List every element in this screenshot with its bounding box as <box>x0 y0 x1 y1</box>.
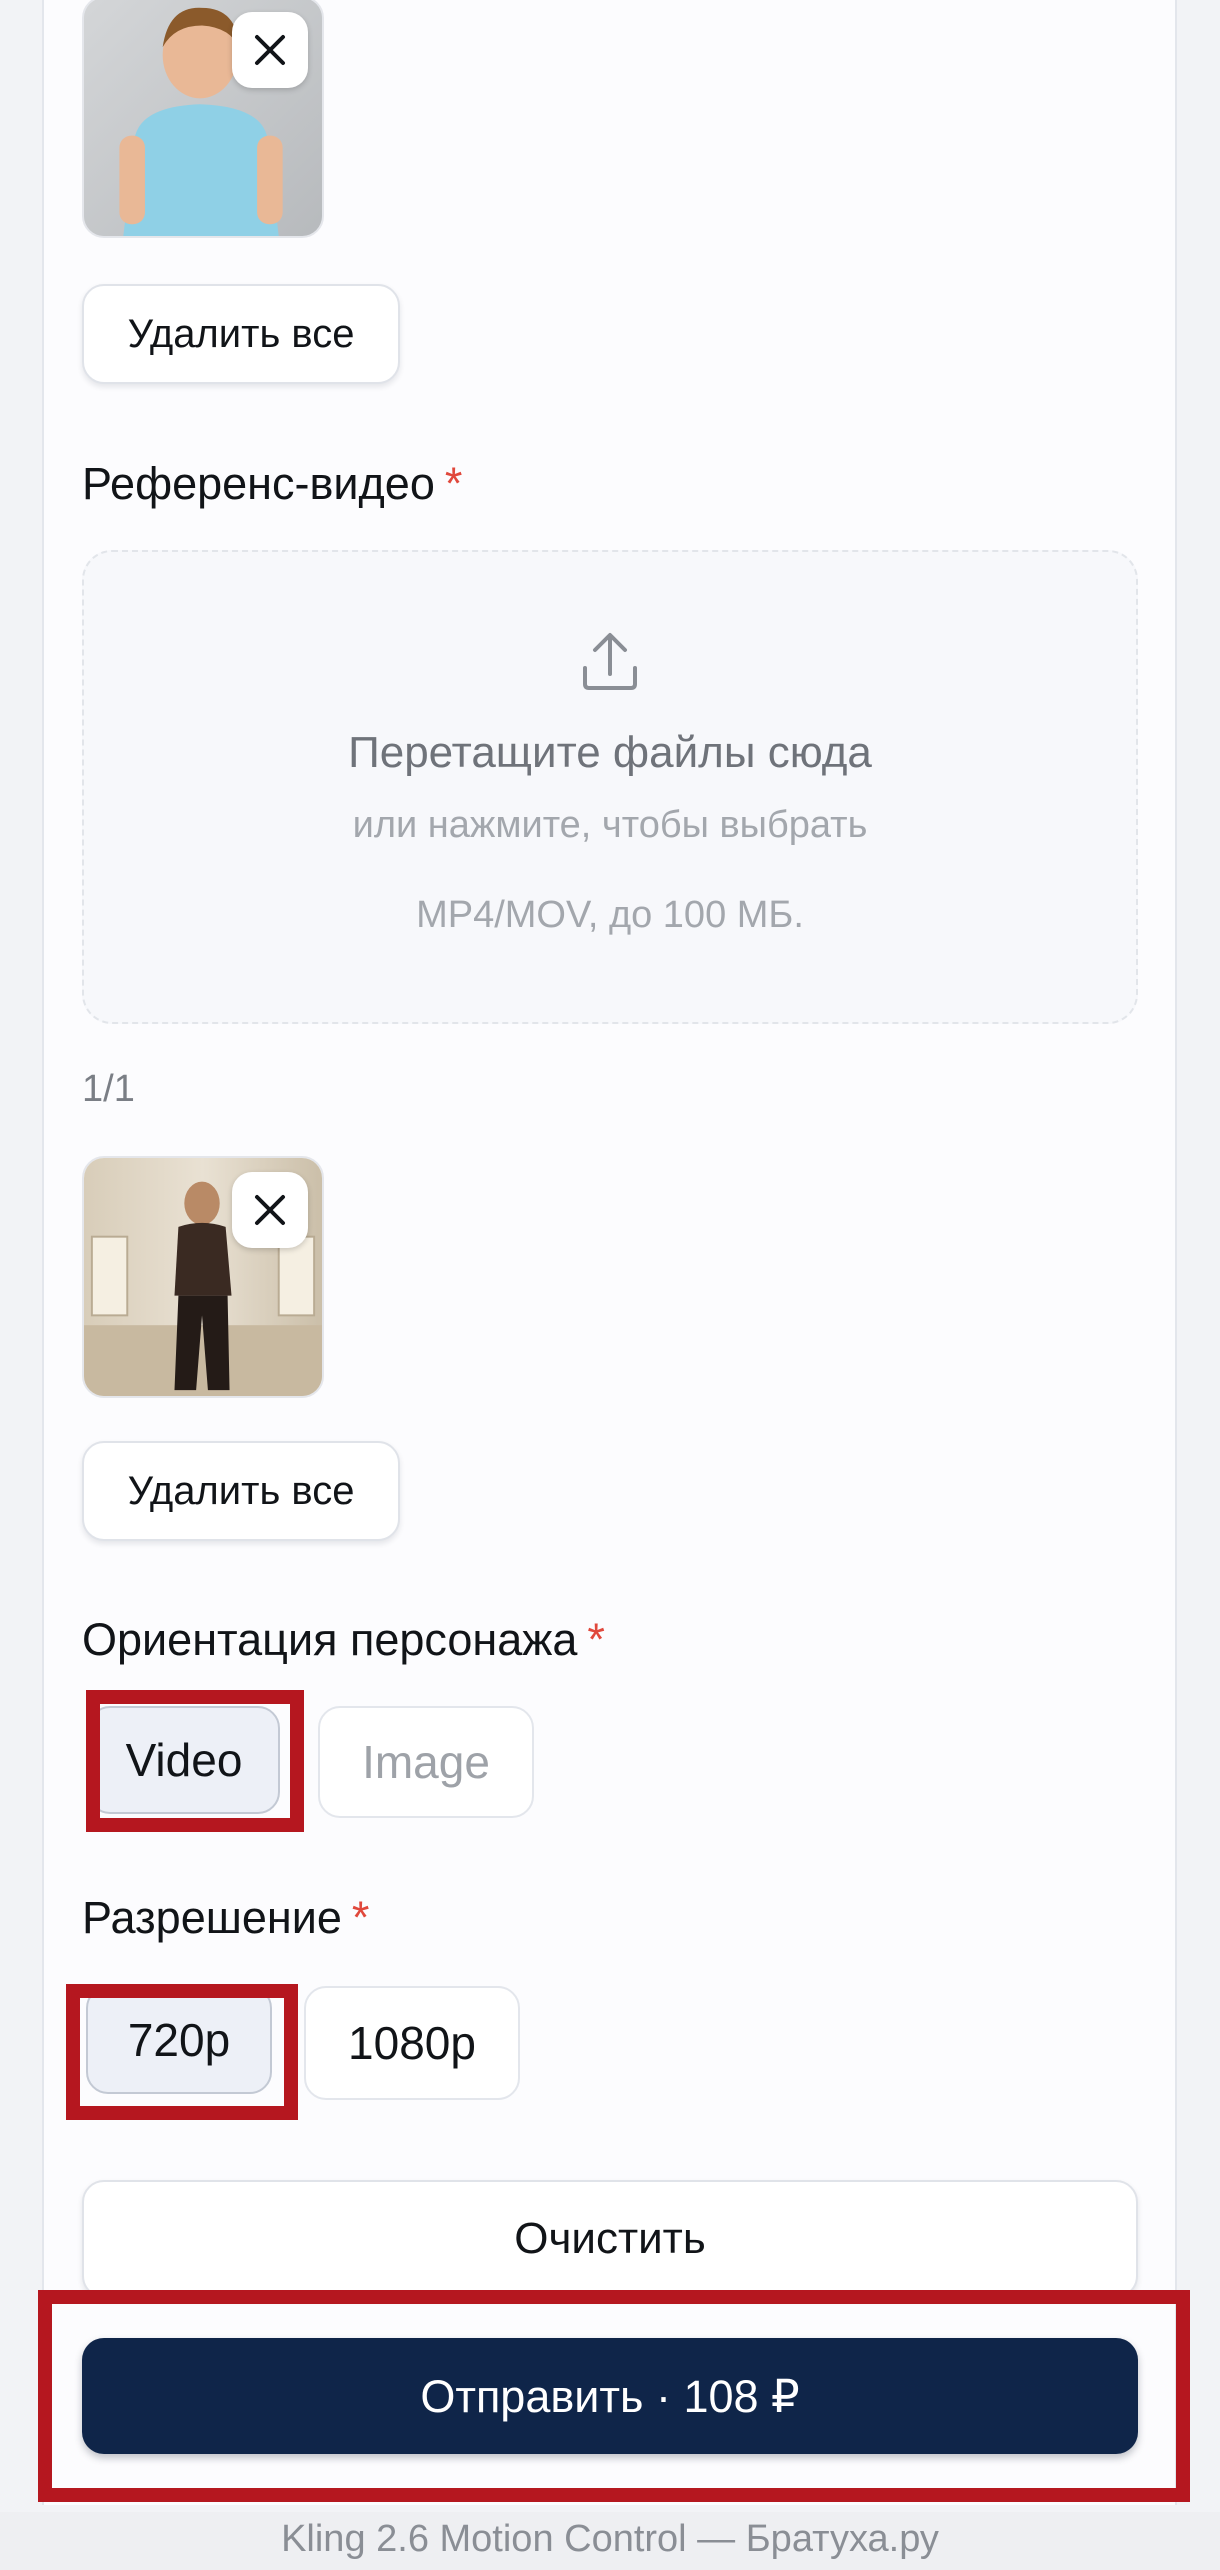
delete-all-images-button[interactable]: Удалить все <box>82 284 400 384</box>
dropzone-hint: MP4/MOV, до 100 МБ. <box>416 894 804 936</box>
close-icon <box>255 35 285 65</box>
reference-video-label-text: Референс-видео <box>82 458 435 509</box>
highlight-frame-orientation <box>86 1690 304 1832</box>
resolution-label: Разрешение * <box>82 1892 369 1944</box>
delete-all-label: Удалить все <box>127 311 355 356</box>
footer-caption: Kling 2.6 Motion Control — Братуха.ру <box>0 2512 1220 2570</box>
close-icon <box>255 1195 285 1225</box>
video-dropzone[interactable]: Перетащите файлы сюда или нажмите, чтобы… <box>82 550 1138 1024</box>
highlight-frame-submit <box>38 2290 1190 2502</box>
required-mark: * <box>444 458 463 509</box>
resolution-option-1080p[interactable]: 1080p <box>304 1986 520 2100</box>
dropzone-subtitle: или нажмите, чтобы выбрать <box>352 804 868 846</box>
option-label: 1080p <box>348 2017 476 2069</box>
reference-video-label: Референс-видео * <box>82 458 462 510</box>
uploaded-image-thumbnail[interactable] <box>82 0 324 238</box>
delete-all-videos-button[interactable]: Удалить все <box>82 1441 400 1541</box>
resolution-label-text: Разрешение <box>82 1892 342 1943</box>
dropzone-title: Перетащите файлы сюда <box>348 728 872 777</box>
clear-button[interactable]: Очистить <box>82 2180 1138 2298</box>
orientation-label: Ориентация персонажа * <box>82 1614 605 1666</box>
uploaded-video-thumbnail[interactable] <box>82 1156 324 1398</box>
delete-all-label: Удалить все <box>127 1468 355 1513</box>
orientation-option-image[interactable]: Image <box>318 1706 534 1818</box>
file-counter: 1/1 <box>82 1068 135 1110</box>
remove-video-button[interactable] <box>232 1172 308 1248</box>
required-mark: * <box>351 1892 370 1943</box>
orientation-label-text: Ориентация персонажа <box>82 1614 578 1665</box>
required-mark: * <box>587 1614 605 1665</box>
clear-label: Очистить <box>514 2214 706 2263</box>
remove-image-button[interactable] <box>232 12 308 88</box>
upload-icon <box>583 633 637 690</box>
option-label: Image <box>362 1736 490 1788</box>
highlight-frame-resolution <box>66 1984 298 2120</box>
